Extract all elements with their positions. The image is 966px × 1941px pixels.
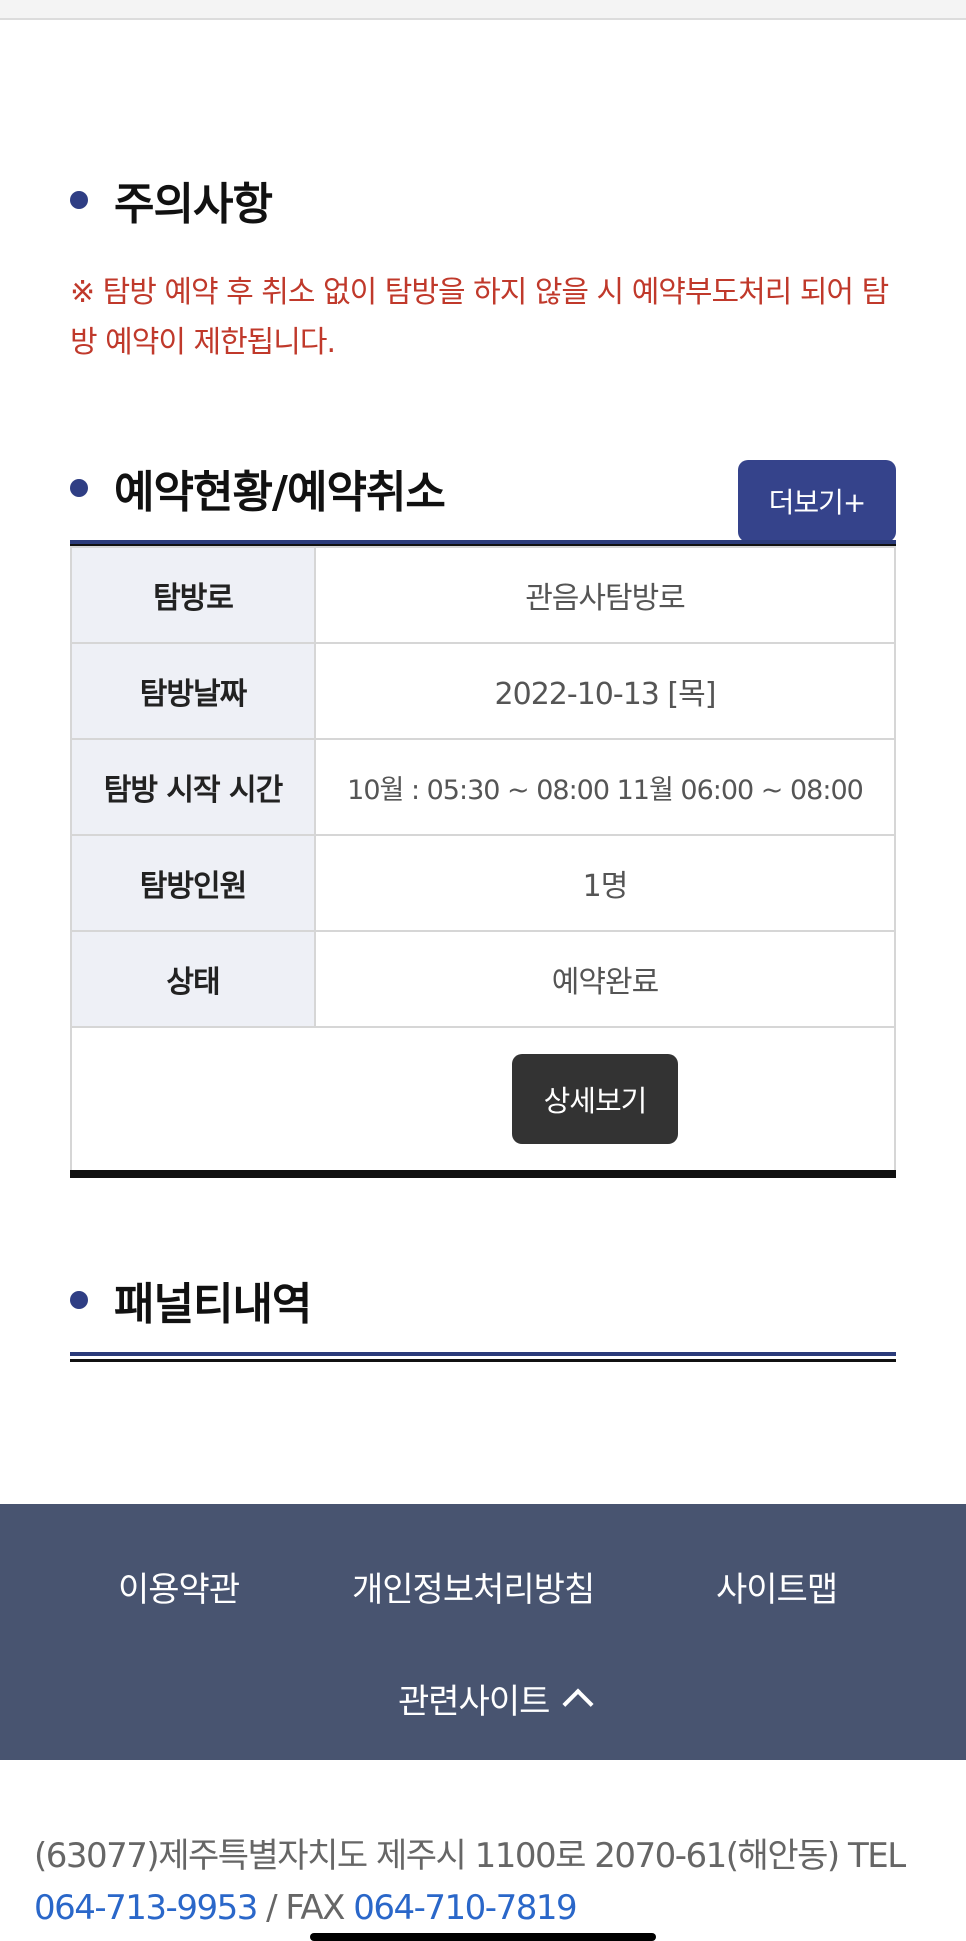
table-row: 탐방로 관음사탐방로 (70, 546, 896, 644)
more-button[interactable]: 더보기+ (738, 460, 896, 542)
bullet-icon (70, 479, 88, 497)
privacy-policy-link[interactable]: 개인정보처리방침 (352, 1562, 595, 1611)
penalty-section-title: 패널티내역 (70, 1268, 312, 1332)
fax-link[interactable]: 064-710-7819 (353, 1888, 577, 1928)
notice-text: ※ 탐방 예약 후 취소 없이 탐방을 하지 않을 시 예약부도처리 되어 탐방… (70, 275, 889, 360)
bullet-icon (70, 1291, 88, 1309)
related-sites-label: 관련사이트 (398, 1682, 550, 1722)
footer: 이용약관 개인정보처리방침 사이트맵 관련사이트 (0, 1504, 966, 1760)
reservation-section-title: 예약현황/예약취소 (70, 456, 446, 520)
row-value: 예약완료 (314, 930, 896, 1028)
address-text: (63077)제주특별자치도 제주시 1100로 2070-61(해안동) TE… (34, 1836, 906, 1876)
penalty-title: 패널티내역 (114, 1279, 312, 1330)
home-indicator (310, 1933, 656, 1941)
notice-section-title: 주의사항 (70, 168, 273, 232)
row-value: 1명 (314, 834, 896, 932)
table-row: 상태 예약완료 (70, 930, 896, 1028)
table-row: 탐방인원 1명 (70, 834, 896, 932)
row-label: 탐방날짜 (70, 642, 316, 740)
table-bottom-border (70, 1170, 896, 1178)
browser-top-bar (0, 0, 966, 20)
row-label: 탐방로 (70, 546, 316, 644)
detail-button[interactable]: 상세보기 (512, 1054, 678, 1144)
penalty-divider (70, 1352, 896, 1362)
sitemap-link[interactable]: 사이트맵 (716, 1562, 838, 1611)
fax-label: / FAX (266, 1888, 345, 1928)
tel-link[interactable]: 064-713-9953 (34, 1888, 258, 1928)
row-label: 탐방인원 (70, 834, 316, 932)
row-value: 2022-10-13 [목] (314, 642, 896, 740)
row-label: 상태 (70, 930, 316, 1028)
reservation-table: 탐방로 관음사탐방로 탐방날짜 2022-10-13 [목] 탐방 시작 시간 … (70, 540, 896, 1178)
row-value: 관음사탐방로 (314, 546, 896, 644)
reservation-title: 예약현황/예약취소 (114, 467, 446, 518)
detail-row: 상세보기 (70, 1028, 896, 1170)
row-value: 10월 : 05:30 ~ 08:00 11월 06:00 ~ 08:00 (314, 738, 896, 836)
chevron-up-icon (562, 1687, 594, 1720)
notice-title: 주의사항 (114, 179, 273, 230)
row-label: 탐방 시작 시간 (70, 738, 316, 836)
footer-address: (63077)제주특별자치도 제주시 1100로 2070-61(해안동) TE… (34, 1830, 944, 1934)
related-sites-toggle[interactable]: 관련사이트 (398, 1674, 594, 1723)
table-row: 탐방 시작 시간 10월 : 05:30 ~ 08:00 11월 06:00 ~… (70, 738, 896, 836)
terms-link[interactable]: 이용약관 (118, 1562, 240, 1611)
bullet-icon (70, 191, 88, 209)
table-row: 탐방날짜 2022-10-13 [목] (70, 642, 896, 740)
